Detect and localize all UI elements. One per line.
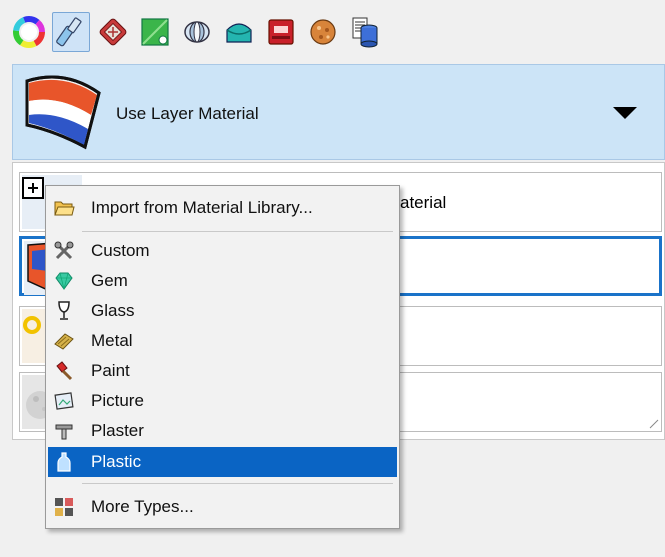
environment-button[interactable]: [94, 12, 132, 52]
menu-item-label: Paint: [91, 361, 130, 380]
gem-icon: [51, 268, 77, 294]
menu-item-label: Custom: [91, 241, 150, 260]
menu-item-plastic[interactable]: Plastic: [48, 447, 397, 477]
menu-item-picture[interactable]: Picture: [48, 386, 397, 416]
menu-item-glass[interactable]: Glass: [48, 296, 397, 326]
color-wheel-icon: [13, 16, 45, 48]
glass-icon: [51, 298, 77, 324]
library-icon: [352, 17, 378, 48]
menu-item-label: Glass: [91, 301, 135, 320]
menu-separator: [82, 483, 393, 484]
menu-item-metal[interactable]: Metal: [48, 326, 397, 356]
menu-item-label: Picture: [91, 391, 144, 410]
material-editor-button[interactable]: [52, 12, 90, 52]
add-material-icon[interactable]: [22, 177, 44, 199]
ground-plane-button[interactable]: [220, 12, 258, 52]
folder-icon: [51, 195, 77, 221]
library-button[interactable]: [346, 12, 384, 52]
menu-item-more-types[interactable]: More Types...: [48, 492, 397, 522]
render-settings-icon: [268, 19, 294, 45]
current-material-selector[interactable]: Use Layer Material: [12, 64, 665, 160]
ground-plane-icon: [226, 23, 252, 43]
plaster-icon: [51, 418, 77, 444]
sun-icon: [184, 21, 210, 43]
decal-icon: [310, 19, 336, 45]
menu-item-plaster[interactable]: Plaster: [48, 416, 397, 446]
dropdown-caret-icon[interactable]: [613, 107, 637, 119]
render-settings-button[interactable]: [262, 12, 300, 52]
grid-icon: [51, 494, 77, 520]
layer-material-swatch-icon: [25, 75, 101, 150]
texture-button[interactable]: [136, 12, 174, 52]
material-editor-icon: [56, 17, 82, 47]
plastic-icon: [51, 449, 77, 475]
picture-icon: [51, 388, 77, 414]
current-material-title: Use Layer Material: [116, 104, 259, 123]
menu-item-label: Gem: [91, 271, 128, 290]
menu-item-gem[interactable]: Gem: [48, 266, 397, 296]
toolbar: [10, 10, 384, 54]
menu-item-label: More Types...: [91, 497, 194, 516]
menu-item-label: Plastic: [91, 452, 142, 471]
resize-grip-icon[interactable]: [649, 419, 659, 429]
menu-item-paint[interactable]: Paint: [48, 356, 397, 386]
color-wheel-button[interactable]: [10, 12, 48, 52]
paint-icon: [51, 358, 77, 384]
custom-icon: [51, 238, 77, 264]
menu-item-custom[interactable]: Custom: [48, 236, 397, 266]
menu-item-label: Import from Material Library...: [91, 198, 313, 217]
texture-icon: [141, 18, 169, 46]
sun-button[interactable]: [178, 12, 216, 52]
menu-item-label: Metal: [91, 331, 133, 350]
environment-icon: [99, 18, 127, 46]
menu-item-label: Plaster: [91, 421, 144, 440]
menu-separator: [82, 231, 393, 232]
menu-item-import[interactable]: Import from Material Library...: [48, 193, 397, 223]
metal-icon: [51, 328, 77, 354]
list-item-label: aterial: [400, 193, 447, 212]
decal-button[interactable]: [304, 12, 342, 52]
new-material-menu: Import from Material Library... Custom G…: [45, 185, 400, 529]
